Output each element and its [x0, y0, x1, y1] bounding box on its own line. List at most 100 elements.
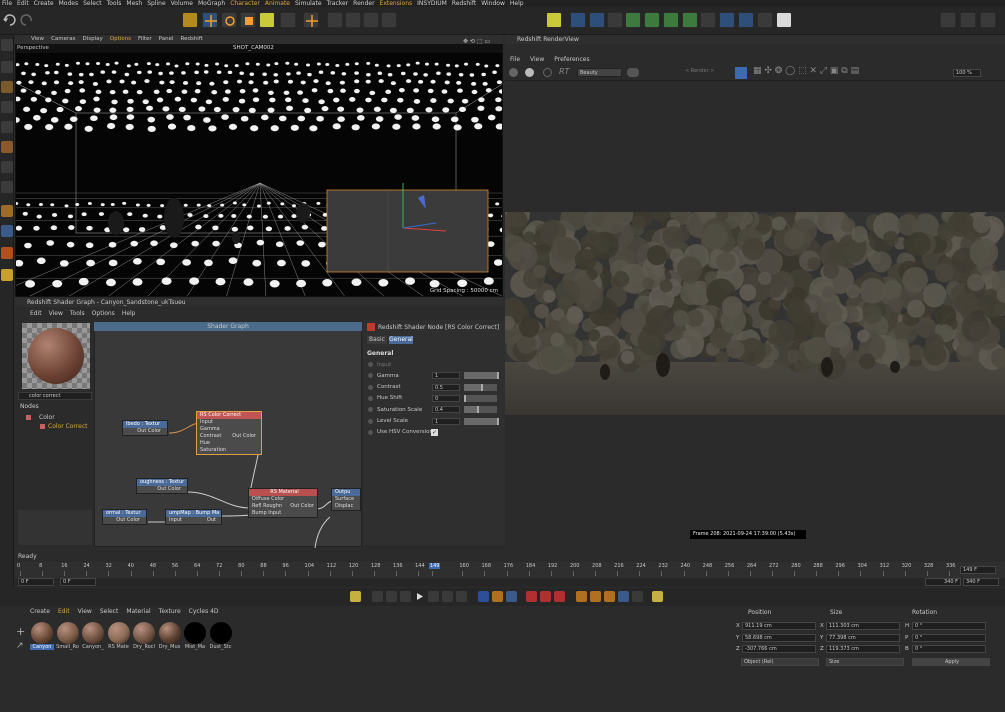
attr-slider[interactable]: [464, 383, 497, 391]
coord-size-field[interactable]: 77.398 cm: [826, 633, 900, 642]
preview-end-field[interactable]: 340 F: [925, 578, 961, 586]
attr-slider[interactable]: [464, 372, 499, 380]
scale-icon[interactable]: [240, 12, 256, 28]
menu-extensions[interactable]: Extensions: [380, 0, 413, 7]
scale-key-icon[interactable]: [590, 591, 601, 602]
material-menu-material[interactable]: Material: [126, 607, 150, 616]
menu-tools[interactable]: Tools: [107, 0, 122, 7]
color-correct-node[interactable]: RS Color Correct Input Gamma Contrast Out…: [196, 411, 262, 455]
rsmat-node-refl[interactable]: Refl Roughn: [252, 503, 282, 509]
coord-rot-field[interactable]: 0 °: [912, 645, 986, 653]
material-menu-view[interactable]: View: [78, 607, 92, 616]
sculpt-icon[interactable]: [1, 269, 13, 281]
play-icon[interactable]: [414, 591, 425, 602]
add-material-icon[interactable]: +: [16, 626, 28, 638]
viewport-menu-display[interactable]: Display: [83, 35, 103, 44]
prev-key-icon[interactable]: [386, 591, 397, 602]
coordinate-mode-dropdown[interactable]: Object (Rel): [741, 658, 819, 666]
aov-dropdown[interactable]: Beauty: [577, 68, 622, 77]
render-refresh-icon[interactable]: [543, 68, 552, 77]
keyframe-selection-icon[interactable]: [554, 591, 565, 602]
bump-node-in[interactable]: Input: [169, 517, 182, 523]
animate-dot-icon[interactable]: [368, 418, 373, 424]
coord-size-field[interactable]: 111.303 cm: [826, 622, 900, 630]
scheme-icon[interactable]: [652, 591, 663, 602]
snapshot-icon[interactable]: [627, 68, 639, 77]
record-active-icon[interactable]: [526, 591, 537, 602]
animate-dot-icon[interactable]: [368, 395, 373, 401]
cc-node-input[interactable]: Input: [197, 419, 261, 426]
node-search-input[interactable]: color correct: [18, 392, 92, 400]
material-swatch[interactable]: [82, 622, 104, 644]
rotation-key-icon[interactable]: [604, 591, 615, 602]
material-swatch[interactable]: [107, 622, 130, 644]
coord-rot-field[interactable]: 0 °: [912, 633, 986, 642]
redo-icon[interactable]: [18, 12, 34, 28]
shader-menu-edit[interactable]: Edit: [30, 309, 42, 318]
menu-modes[interactable]: Modes: [59, 0, 78, 7]
viewport-nav-icons[interactable]: ✥ ⟲ ⬚ ▭: [463, 38, 490, 45]
material-label[interactable]: Small_Ro: [56, 644, 80, 650]
x-axis-icon[interactable]: [327, 12, 343, 28]
rotate-icon[interactable]: [221, 12, 237, 28]
output-node-displacement[interactable]: Displac: [332, 503, 360, 510]
tree-item-color-correct[interactable]: Color Correct: [48, 423, 87, 430]
apply-button[interactable]: Apply: [912, 658, 990, 666]
render-start-icon[interactable]: [509, 68, 518, 77]
attr-field[interactable]: 0: [432, 394, 460, 402]
material-swatch[interactable]: [31, 622, 53, 644]
cc-node-contrast[interactable]: Contrast: [200, 433, 221, 439]
material-label[interactable]: Canyon_: [81, 644, 105, 650]
coord-size-field[interactable]: 119.373 cm: [826, 645, 900, 653]
material-menu-cycles-4d[interactable]: Cycles 4D: [189, 607, 219, 616]
rsmat-node-out[interactable]: Out Color: [290, 503, 314, 510]
shader-menu-options[interactable]: Options: [92, 309, 115, 318]
keyframe-record-icon[interactable]: [350, 591, 361, 602]
preview-start-field[interactable]: 0 F: [60, 578, 96, 586]
make-editable-icon[interactable]: [1, 39, 13, 51]
attr-slider[interactable]: [464, 417, 499, 425]
next-frame-icon[interactable]: [428, 591, 439, 602]
motion-icon[interactable]: [506, 591, 517, 602]
coordinate-system-icon[interactable]: [381, 12, 397, 28]
start-frame-field[interactable]: 0 F: [18, 578, 54, 586]
redshift-icon[interactable]: [1, 247, 13, 259]
y-axis-icon[interactable]: [345, 12, 361, 28]
rs-material-node[interactable]: RS Material Diffuse Color Refl Roughn Out…: [248, 488, 318, 518]
animate-dot-icon[interactable]: [368, 373, 373, 379]
rsmat-node-bump[interactable]: Bump Input: [249, 510, 317, 517]
material-label[interactable]: Mist_Ma: [183, 644, 207, 650]
subdivision-icon[interactable]: [625, 12, 641, 28]
use-hsv-checkbox[interactable]: ✓: [431, 428, 438, 436]
animate-dot-icon[interactable]: [368, 429, 373, 435]
shader-menu-help[interactable]: Help: [122, 309, 136, 318]
floor-icon[interactable]: [738, 12, 754, 28]
edit-render-settings-icon[interactable]: [980, 12, 996, 28]
menu-insydium[interactable]: INSYDIUM: [417, 0, 447, 7]
material-menu-edit[interactable]: Edit: [58, 607, 70, 616]
cc-node-hue[interactable]: Hue: [197, 440, 261, 447]
cloner-icon[interactable]: [644, 12, 660, 28]
menu-select[interactable]: Select: [83, 0, 102, 7]
field-icon[interactable]: [663, 12, 679, 28]
deformer-icon[interactable]: [700, 12, 716, 28]
coord-pos-field[interactable]: 911.19 cm: [742, 622, 816, 630]
loop-icon[interactable]: [478, 591, 489, 602]
material-label[interactable]: Dry_Mus: [158, 644, 182, 650]
output-node-surface[interactable]: Surface: [332, 496, 360, 503]
pen-icon[interactable]: [607, 12, 623, 28]
albedo-texture-node[interactable]: lbedo : Textur Out Color: [122, 420, 168, 436]
menu-character[interactable]: Character: [230, 0, 260, 7]
renderview-tool-icons[interactable]: ▦ ✣ ❂ ◯ ⬚ ✕ ⤢ ▣ ⧉ ▤: [753, 66, 859, 76]
material-swatch[interactable]: [184, 622, 206, 644]
region-render-icon[interactable]: [735, 67, 747, 79]
attr-slider[interactable]: [464, 406, 497, 414]
menu-edit[interactable]: Edit: [17, 0, 29, 7]
material-label[interactable]: Dry_Rocl: [132, 644, 156, 650]
renderview-menu-view[interactable]: View: [530, 55, 544, 64]
viewport-camera[interactable]: SHOT_CAM002: [233, 45, 274, 51]
rt-icon[interactable]: RT: [559, 67, 569, 76]
solo-icon[interactable]: [1, 205, 13, 217]
go-to-start-icon[interactable]: [372, 591, 383, 602]
points-mode-icon[interactable]: [1, 61, 13, 73]
